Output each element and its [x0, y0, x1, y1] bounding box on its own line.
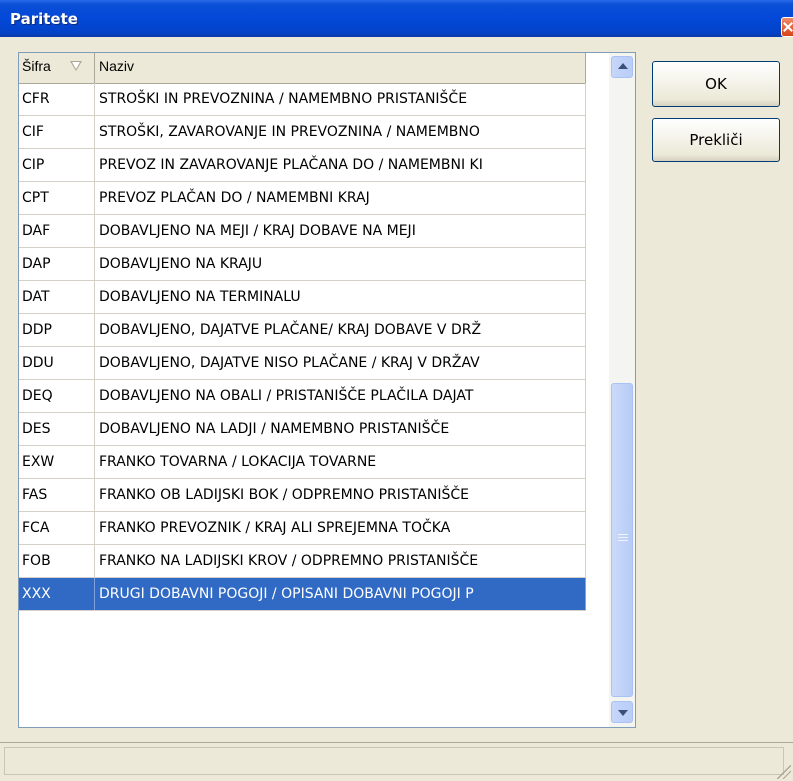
scroll-thumb[interactable] [611, 383, 633, 697]
cell-sifra: DDU [19, 347, 95, 379]
cell-naziv: DRUGI DOBAVNI POGOJI / OPISANI DOBAVNI P… [95, 578, 586, 610]
column-header-naziv[interactable]: Naziv [95, 53, 586, 83]
cell-sifra: EXW [19, 446, 95, 478]
cell-naziv: DOBAVLJENO, DAJATVE PLAČANE/ KRAJ DOBAVE… [95, 314, 586, 346]
vertical-scrollbar[interactable] [609, 53, 635, 727]
cell-naziv: DOBAVLJENO NA OBALI / PRISTANIŠČE PLAČIL… [95, 380, 586, 412]
cell-naziv: STROŠKI IN PREVOZNINA / NAMEMBNO PRISTAN… [95, 83, 586, 115]
cell-naziv: PREVOZ PLAČAN DO / NAMEMBNI KRAJ [95, 182, 586, 214]
scroll-up-button[interactable] [611, 56, 633, 78]
chevron-down-icon [618, 710, 628, 716]
status-bar [0, 742, 793, 781]
resize-grip-icon[interactable] [777, 765, 791, 779]
table-row[interactable]: DAT DOBAVLJENO NA TERMINALU [19, 281, 586, 314]
ok-button[interactable]: OK [652, 61, 780, 107]
table-row[interactable]: DDU DOBAVLJENO, DAJATVE NISO PLAČANE / KR… [19, 347, 586, 380]
cell-naziv: DOBAVLJENO NA MEJI / KRAJ DOBAVE NA MEJI [95, 215, 586, 247]
cell-sifra: DEQ [19, 380, 95, 412]
paritete-dialog: Paritete Šifra Naziv CFR STROŠKI IN PREVO… [0, 0, 793, 781]
table-row[interactable]: DEQ DOBAVLJENO NA OBALI / PRISTANIŠČE PLA… [19, 380, 586, 413]
cell-sifra: XXX [19, 578, 95, 610]
cell-sifra: DAT [19, 281, 95, 313]
cell-naziv: DOBAVLJENO NA KRAJU [95, 248, 586, 280]
table-row[interactable]: CPT PREVOZ PLAČAN DO / NAMEMBNI KRAJ [19, 182, 586, 215]
cell-naziv: FRANKO OB LADIJSKI BOK / ODPREMNO PRISTA… [95, 479, 586, 511]
cell-naziv: DOBAVLJENO, DAJATVE NISO PLAČANE / KRAJ … [95, 347, 586, 379]
column-header-label: Šifra [22, 58, 51, 74]
table-row[interactable]: DAF DOBAVLJENO NA MEJI / KRAJ DOBAVE NA M… [19, 215, 586, 248]
cell-sifra: FAS [19, 479, 95, 511]
cell-sifra: DAF [19, 215, 95, 247]
table-row[interactable]: FCA FRANKO PREVOZNIK / KRAJ ALI SPREJEMNA… [19, 512, 586, 545]
cell-sifra: FOB [19, 545, 95, 577]
table-row[interactable]: CIP PREVOZ IN ZAVAROVANJE PLAČANA DO / NA… [19, 149, 586, 182]
cell-naziv: PREVOZ IN ZAVAROVANJE PLAČANA DO / NAMEM… [95, 149, 586, 181]
table-row[interactable]: FOB FRANKO NA LADIJSKI KROV / ODPREMNO PR… [19, 545, 586, 578]
table-row[interactable]: EXW FRANKO TOVARNA / LOKACIJA TOVARNE [19, 446, 586, 479]
sort-descending-icon [70, 61, 82, 71]
table-row[interactable]: DES DOBAVLJENO NA LADJI / NAMEMBNO PRISTA… [19, 413, 586, 446]
cell-sifra: CPT [19, 182, 95, 214]
cell-naziv: STROŠKI, ZAVAROVANJE IN PREVOZNINA / NAM… [95, 116, 586, 148]
close-icon[interactable] [781, 17, 793, 37]
title-bar[interactable]: Paritete [0, 0, 793, 37]
table-row[interactable]: DDP DOBAVLJENO, DAJATVE PLAČANE/ KRAJ DOB… [19, 314, 586, 347]
scroll-down-button[interactable] [611, 701, 633, 723]
cell-sifra: DES [19, 413, 95, 445]
cell-sifra: CIP [19, 149, 95, 181]
grid-header: Šifra Naziv [19, 53, 586, 84]
table-row[interactable]: CFR STROŠKI IN PREVOZNINA / NAMEMBNO PRIS… [19, 83, 586, 116]
cell-naziv: FRANKO NA LADIJSKI KROV / ODPREMNO PRIST… [95, 545, 586, 577]
cancel-button[interactable]: Prekliči [652, 118, 780, 162]
chevron-up-icon [618, 63, 628, 69]
status-pane [4, 747, 784, 775]
table-row[interactable]: DAP DOBAVLJENO NA KRAJU [19, 248, 586, 281]
cell-sifra: DAP [19, 248, 95, 280]
table-row[interactable]: CIF STROŠKI, ZAVAROVANJE IN PREVOZNINA / … [19, 116, 586, 149]
table-row[interactable]: FAS FRANKO OB LADIJSKI BOK / ODPREMNO PRI… [19, 479, 586, 512]
cell-sifra: DDP [19, 314, 95, 346]
grid-rows: CFR STROŠKI IN PREVOZNINA / NAMEMBNO PRIS… [19, 83, 586, 611]
cell-sifra: FCA [19, 512, 95, 544]
cell-naziv: FRANKO PREVOZNIK / KRAJ ALI SPREJEMNA TO… [95, 512, 586, 544]
cell-naziv: FRANKO TOVARNA / LOKACIJA TOVARNE [95, 446, 586, 478]
window-title: Paritete [10, 10, 78, 28]
table-row[interactable]: XXX DRUGI DOBAVNI POGOJI / OPISANI DOBAVN… [19, 578, 586, 611]
cell-sifra: CIF [19, 116, 95, 148]
column-header-sifra[interactable]: Šifra [19, 53, 95, 83]
cell-naziv: DOBAVLJENO NA TERMINALU [95, 281, 586, 313]
cell-naziv: DOBAVLJENO NA LADJI / NAMEMBNO PRISTANIŠ… [95, 413, 586, 445]
grip-icon [618, 534, 628, 542]
paritete-grid[interactable]: Šifra Naziv CFR STROŠKI IN PREVOZNINA / N… [18, 52, 636, 728]
cell-sifra: CFR [19, 83, 95, 115]
column-header-label: Naziv [99, 58, 135, 74]
